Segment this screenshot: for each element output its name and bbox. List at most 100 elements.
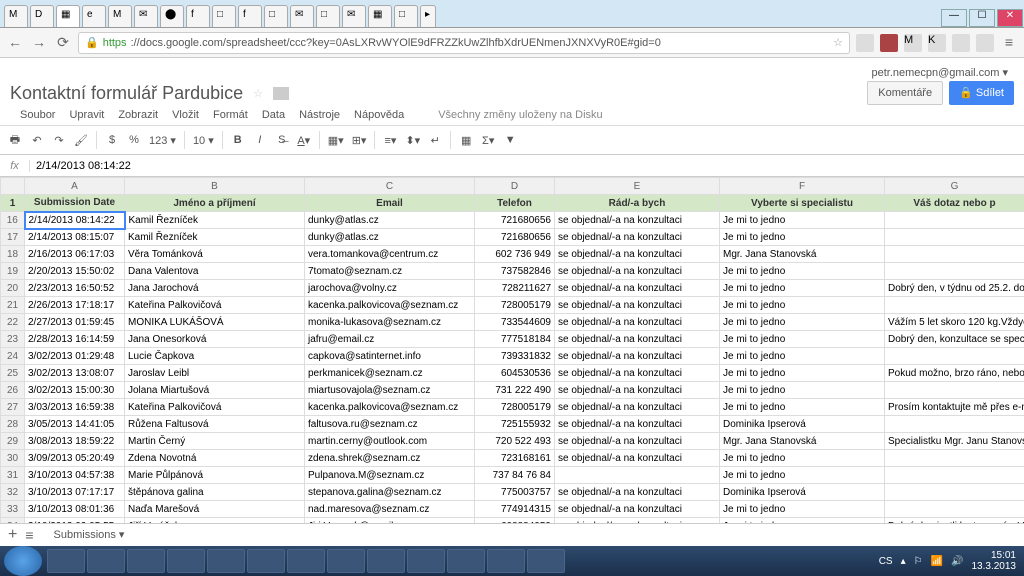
extension-icon[interactable]	[856, 34, 874, 52]
cell[interactable]: 777518184	[475, 331, 555, 348]
cell[interactable]: Pokud možno, brzo ráno, nebo odp	[885, 365, 1024, 382]
cell[interactable]: 721680656	[475, 229, 555, 246]
col-header-F[interactable]: F	[720, 178, 885, 195]
cell[interactable]: se objednal/-a na konzultaci	[555, 450, 720, 467]
cell[interactable]: martin.cerny@outlook.com	[305, 433, 475, 450]
row-header[interactable]: 21	[1, 297, 25, 314]
cell[interactable]: 3/03/2013 16:59:38	[25, 399, 125, 416]
header-cell[interactable]: Email	[305, 195, 475, 212]
cell[interactable]: se objednal/-a na konzultaci	[555, 484, 720, 501]
browser-tab[interactable]: f	[238, 5, 262, 27]
cell[interactable]: 2/16/2013 06:17:03	[25, 246, 125, 263]
add-sheet-button[interactable]: +	[8, 526, 17, 544]
cell[interactable]: Jiri.Vrzacek@email.cz	[305, 518, 475, 524]
reload-button[interactable]: ⟳	[54, 34, 72, 52]
col-header-D[interactable]: D	[475, 178, 555, 195]
cell[interactable]: se objednal/-a na konzultaci	[555, 518, 720, 524]
cell[interactable]	[885, 348, 1024, 365]
zoom-dropdown[interactable]: 123 ▾	[149, 134, 176, 147]
browser-tab[interactable]: ▦	[368, 5, 392, 27]
cell[interactable]: 3/02/2013 01:29:48	[25, 348, 125, 365]
cell[interactable]: se objednal/-a na konzultaci	[555, 416, 720, 433]
select-all-cell[interactable]	[1, 178, 25, 195]
text-color-icon[interactable]: A▾	[297, 134, 311, 147]
cell[interactable]: vera.tomankova@centrum.cz	[305, 246, 475, 263]
row-header[interactable]: 30	[1, 450, 25, 467]
comments-button[interactable]: Komentáře	[867, 81, 943, 105]
cell[interactable]: Kamil Řezníček	[125, 212, 305, 229]
cell[interactable]: Je mi to jedno	[720, 229, 885, 246]
cell[interactable]: 7tomato@seznam.cz	[305, 263, 475, 280]
row-header[interactable]: 19	[1, 263, 25, 280]
cell[interactable]: se objednal/-a na konzultaci	[555, 399, 720, 416]
extension-icon[interactable]: K	[928, 34, 946, 52]
row-header[interactable]: 32	[1, 484, 25, 501]
cell[interactable]: Kateřina Palkovičová	[125, 297, 305, 314]
header-cell[interactable]: Váš dotaz nebo p	[885, 195, 1024, 212]
cell[interactable]	[885, 484, 1024, 501]
cell[interactable]: 3/09/2013 05:20:49	[25, 450, 125, 467]
browser-tab[interactable]: ⬤	[160, 5, 184, 27]
taskbar-app-icon[interactable]	[327, 549, 365, 573]
cell[interactable]: Mgr. Jana Stanovská	[720, 433, 885, 450]
cell[interactable]: 728005179	[475, 297, 555, 314]
cell[interactable]: Dana Valentova	[125, 263, 305, 280]
cell[interactable]: se objednal/-a na konzultaci	[555, 246, 720, 263]
cell[interactable]: se objednal/-a na konzultaci	[555, 365, 720, 382]
cell[interactable]	[885, 212, 1024, 229]
cell[interactable]: 739331832	[475, 348, 555, 365]
cell[interactable]: dunky@atlas.cz	[305, 212, 475, 229]
cell[interactable]: nad.maresova@seznam.cz	[305, 501, 475, 518]
cell[interactable]: Je mi to jedno	[720, 467, 885, 484]
cell[interactable]: se objednal/-a na konzultaci	[555, 263, 720, 280]
browser-tab[interactable]: □	[264, 5, 288, 27]
tray-network-icon[interactable]: 📶	[931, 556, 943, 567]
cell[interactable]: Dobrý den,jestli by to prosím Vás	[885, 518, 1024, 524]
row-header[interactable]: 24	[1, 348, 25, 365]
menu-napoveda[interactable]: Nápověda	[354, 109, 404, 121]
cell[interactable]: 2/28/2013 16:14:59	[25, 331, 125, 348]
cell[interactable]: se objednal/-a na konzultaci	[555, 433, 720, 450]
cell[interactable]: 723168161	[475, 450, 555, 467]
start-button[interactable]	[4, 546, 42, 576]
cell[interactable]: 733544609	[475, 314, 555, 331]
taskbar-app-icon[interactable]	[367, 549, 405, 573]
cell[interactable]: 720 522 493	[475, 433, 555, 450]
cell[interactable]: Jana Jarochová	[125, 280, 305, 297]
cell[interactable]: štěpánova galina	[125, 484, 305, 501]
cell[interactable]	[885, 297, 1024, 314]
cell[interactable]	[555, 467, 720, 484]
taskbar-app-icon[interactable]	[167, 549, 205, 573]
cell[interactable]: kacenka.palkovicova@seznam.cz	[305, 297, 475, 314]
browser-tab[interactable]: M	[108, 5, 132, 27]
row-header[interactable]: 29	[1, 433, 25, 450]
window-minimize-button[interactable]: —	[941, 9, 967, 27]
cell[interactable]: Je mi to jedno	[720, 450, 885, 467]
window-close-button[interactable]: ✕	[997, 9, 1023, 27]
browser-tab[interactable]: D	[30, 5, 54, 27]
insert-chart-icon[interactable]: ▦	[459, 134, 473, 147]
row-header[interactable]: 28	[1, 416, 25, 433]
cell[interactable]: monika-lukasova@seznam.cz	[305, 314, 475, 331]
cell[interactable]: Je mi to jedno	[720, 314, 885, 331]
tray-volume-icon[interactable]: 🔊	[951, 556, 963, 567]
header-cell[interactable]: Vyberte si specialistu	[720, 195, 885, 212]
cell[interactable]: Kateřina Palkovičová	[125, 399, 305, 416]
header-cell[interactable]: Jméno a příjmení	[125, 195, 305, 212]
menu-vlozit[interactable]: Vložit	[172, 109, 199, 121]
cell[interactable]: Prosím kontaktujte mě přes e-mai	[885, 399, 1024, 416]
taskbar-app-icon[interactable]	[207, 549, 245, 573]
taskbar-app-icon[interactable]	[127, 549, 165, 573]
cell[interactable]: Pulpanova.M@seznam.cz	[305, 467, 475, 484]
user-account[interactable]: petr.nemecpn@gmail.com ▾	[10, 64, 1014, 81]
row-header[interactable]: 20	[1, 280, 25, 297]
folder-icon[interactable]	[273, 87, 289, 100]
cell[interactable]: Je mi to jedno	[720, 365, 885, 382]
taskbar-app-icon[interactable]	[447, 549, 485, 573]
cell[interactable]: Je mi to jedno	[720, 297, 885, 314]
cell[interactable]: Mgr. Jana Stanovská	[720, 246, 885, 263]
star-icon[interactable]: ☆	[253, 87, 263, 100]
cell[interactable]: kacenka.palkovicova@seznam.cz	[305, 399, 475, 416]
row-header[interactable]: 18	[1, 246, 25, 263]
cell[interactable]: 728211627	[475, 280, 555, 297]
